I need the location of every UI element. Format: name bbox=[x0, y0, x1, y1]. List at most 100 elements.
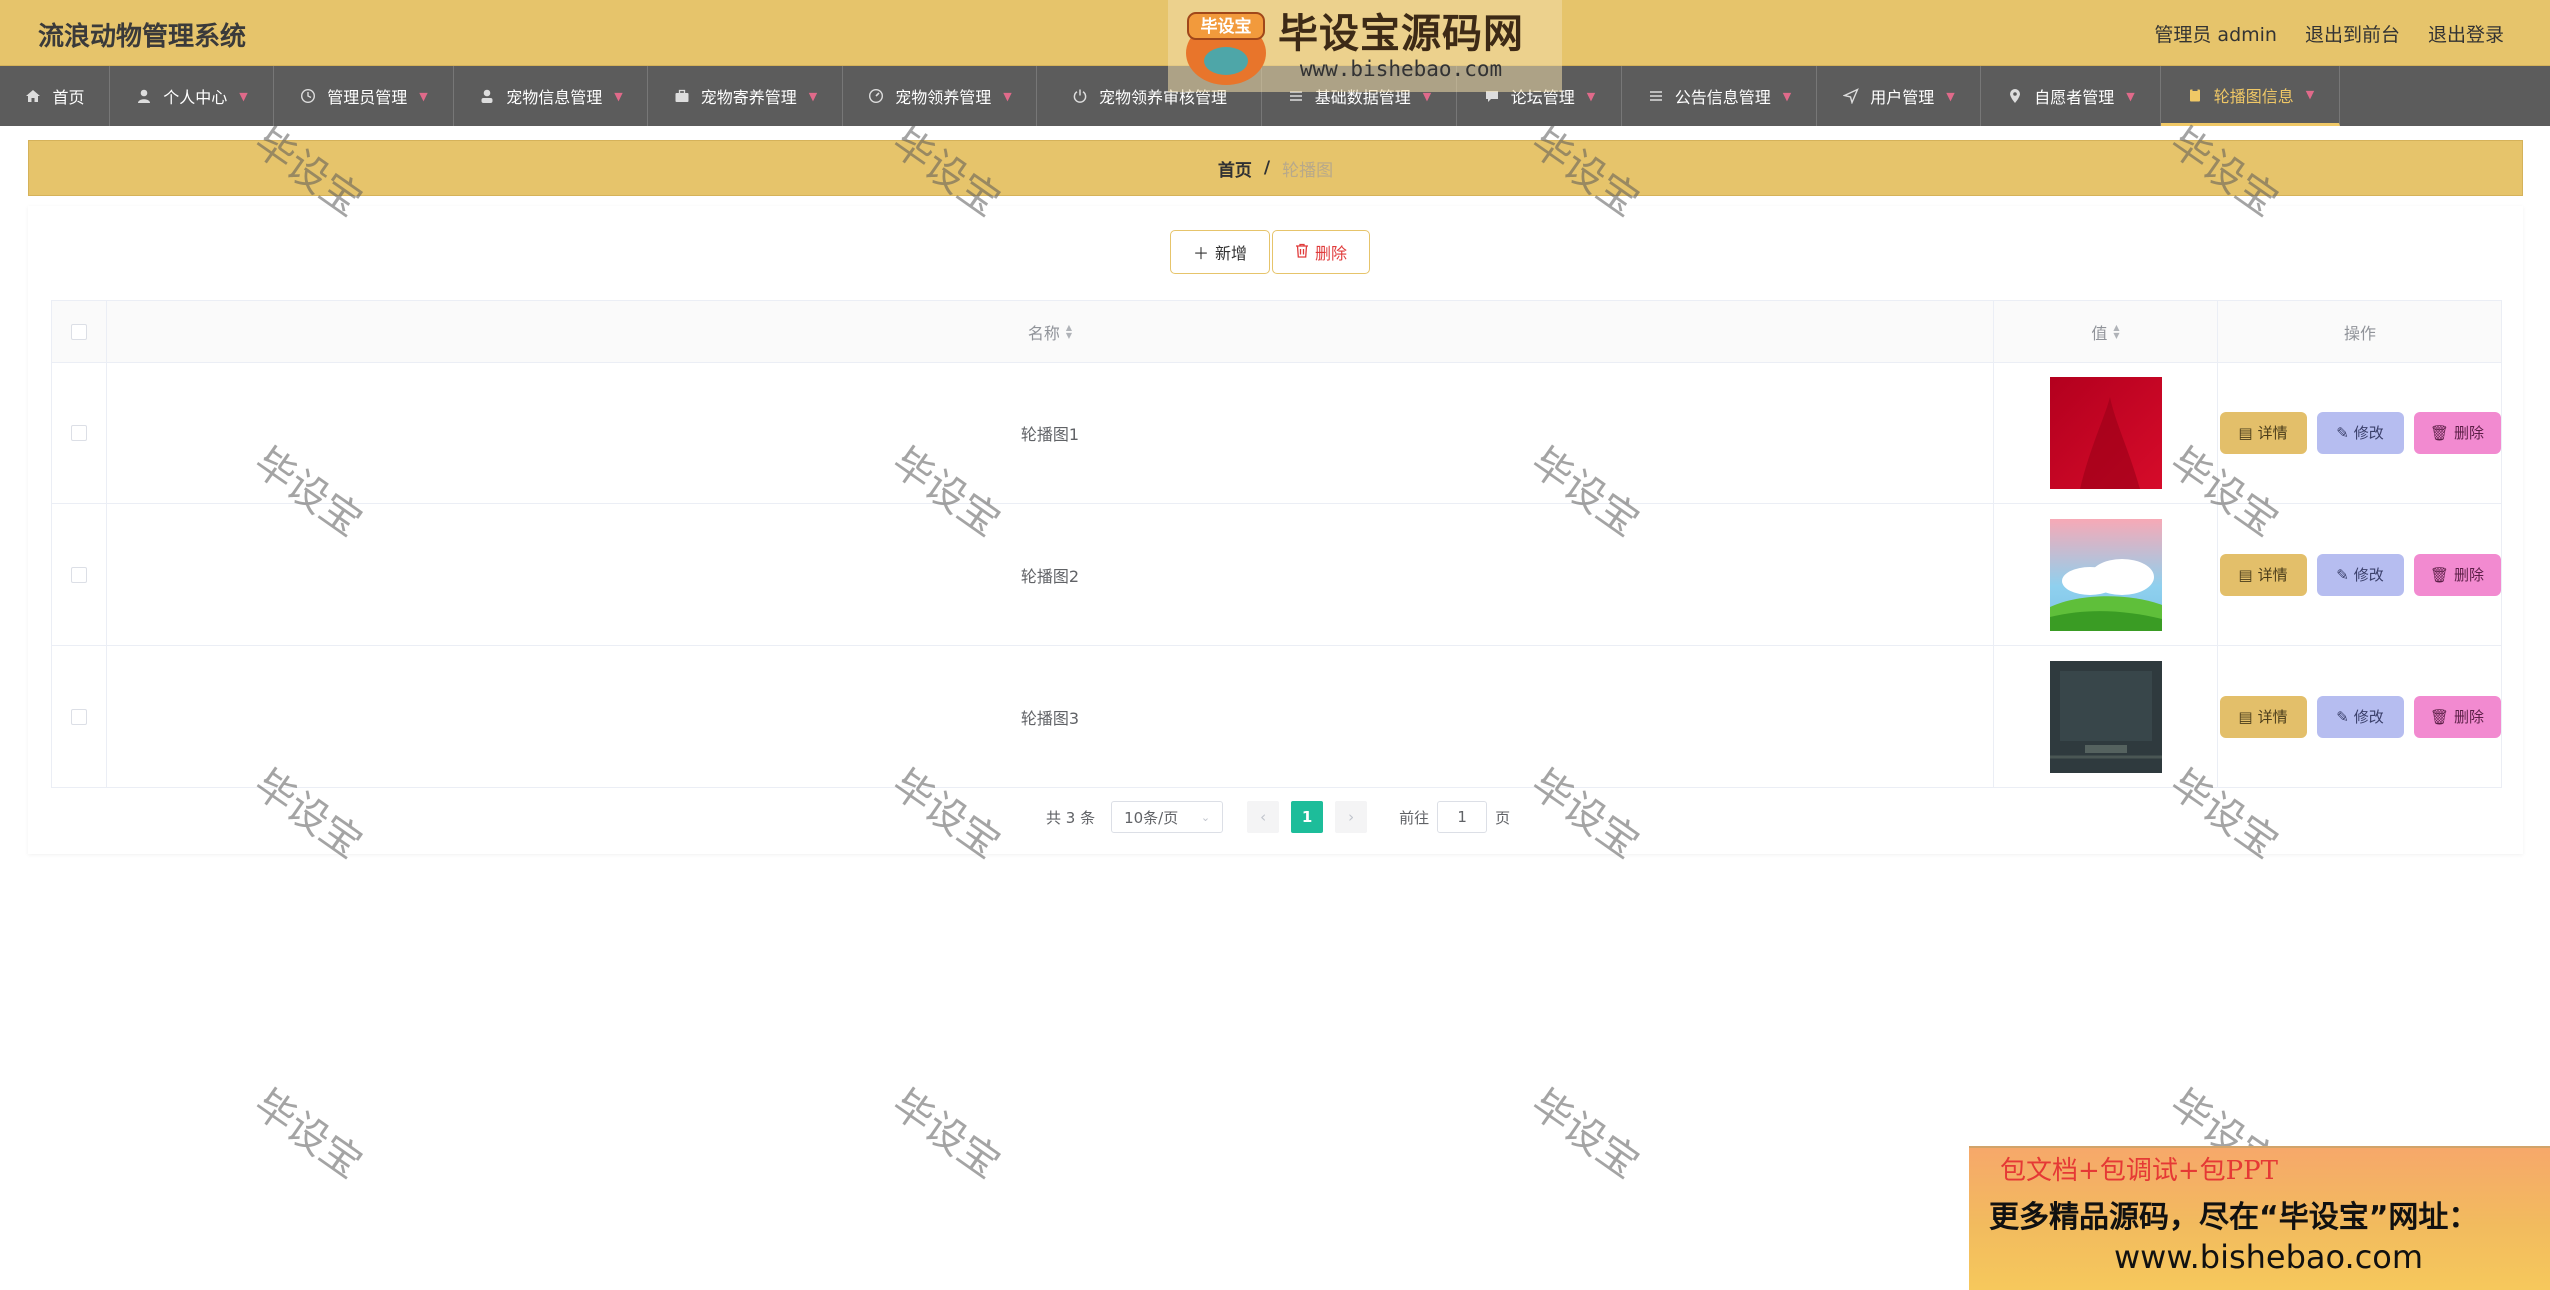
nav-label: 自愿者管理 bbox=[2034, 88, 2115, 107]
goto-prefix: 前往 bbox=[1399, 808, 1430, 827]
delete-button[interactable]: 🗑 删除 bbox=[2413, 553, 2501, 596]
chevron-left-icon: ‹ bbox=[1260, 808, 1267, 826]
power-icon bbox=[1071, 87, 1089, 105]
header-actions-cell: 操作 bbox=[2218, 301, 2502, 362]
logout-link[interactable]: 退出登录 bbox=[2428, 20, 2504, 47]
row-name: 轮播图1 bbox=[1020, 424, 1080, 444]
prev-page-button[interactable]: ‹ bbox=[1247, 801, 1280, 833]
edit-button[interactable]: ✎ 修改 bbox=[2316, 411, 2404, 454]
nav-label: 公告信息管理 bbox=[1674, 88, 1771, 107]
delete-button[interactable]: 🗑 删除 bbox=[2413, 411, 2501, 454]
table-row: 轮播图2 ▤ 详情 ✎ 修改 🗑 删除 bbox=[52, 504, 2501, 646]
watermark-text: 毕设宝 bbox=[883, 1081, 1009, 1188]
trash-icon: 🗑 bbox=[2429, 707, 2450, 726]
promo-line-1: 包文档+包调试+包PPT bbox=[2000, 1156, 2278, 1186]
logo-url: www.bishebao.com bbox=[1299, 57, 1503, 81]
detail-button[interactable]: ▤ 详情 bbox=[2219, 411, 2307, 454]
delete-label: 删除 bbox=[2454, 424, 2485, 442]
header-name-cell[interactable]: 名称 ▲ ▼ bbox=[107, 301, 1994, 362]
user-icon bbox=[135, 87, 153, 105]
chevron-down-icon: ▼ bbox=[808, 89, 818, 103]
page-size-select[interactable]: 10条/页 ⌄ bbox=[1111, 801, 1224, 833]
nav-label: 管理员管理 bbox=[327, 88, 408, 107]
breadcrumb-home[interactable]: 首页 bbox=[1218, 156, 1252, 181]
nav-label: 宠物寄养管理 bbox=[700, 88, 797, 107]
briefcase-icon bbox=[673, 87, 691, 105]
nav-label: 宠物信息管理 bbox=[506, 88, 603, 107]
breadcrumb: 首页 / 轮播图 bbox=[28, 140, 2523, 196]
pencil-icon: ✎ bbox=[2336, 565, 2349, 584]
chevron-down-icon: ⌄ bbox=[1200, 810, 1211, 824]
next-page-button[interactable]: › bbox=[1335, 801, 1368, 833]
page-size-value: 10条/页 bbox=[1124, 808, 1179, 827]
row-checkbox[interactable] bbox=[71, 424, 87, 441]
nav-item-carousel[interactable]: 轮播图信息 ▼ bbox=[2161, 66, 2340, 126]
nav-item-pet-info[interactable]: 宠物信息管理 ▼ bbox=[454, 66, 648, 126]
nav-label: 轮播图信息 bbox=[2213, 86, 2294, 106]
promo-banner[interactable]: 包文档+包调试+包PPT 更多精品源码，尽在“毕设宝”网址： www.bishe… bbox=[1969, 1146, 2550, 1290]
carousel-table: 名称 ▲ ▼ 值 ▲ ▼ 操作 轮播图1 ▤ 详情 ✎ 修改 🗑 删除 轮播图2… bbox=[51, 300, 2502, 788]
goto-suffix: 页 bbox=[1495, 808, 1511, 827]
send-icon bbox=[1842, 87, 1860, 105]
edit-button[interactable]: ✎ 修改 bbox=[2316, 695, 2404, 738]
select-all-checkbox[interactable] bbox=[71, 323, 87, 340]
admin-user-label: 管理员 admin bbox=[2154, 24, 2277, 46]
nav-label: 宠物领养管理 bbox=[895, 88, 992, 107]
nav-item-home[interactable]: 首页 bbox=[0, 66, 110, 126]
row-name: 轮播图3 bbox=[1020, 708, 1080, 728]
nav-label: 首页 bbox=[52, 88, 85, 107]
detail-button[interactable]: ▤ 详情 bbox=[2219, 553, 2307, 596]
nav-item-pet-adopt[interactable]: 宠物领养管理 ▼ bbox=[843, 66, 1037, 126]
sort-icon[interactable]: ▲ ▼ bbox=[1066, 323, 1072, 340]
delete-button[interactable]: 🗑 删除 bbox=[2413, 695, 2501, 738]
chevron-down-icon: ▼ bbox=[2305, 88, 2315, 101]
exit-to-front-link[interactable]: 退出到前台 bbox=[2305, 20, 2400, 47]
header-value-cell[interactable]: 值 ▲ ▼ bbox=[1994, 301, 2218, 362]
edit-button[interactable]: ✎ 修改 bbox=[2316, 553, 2404, 596]
row-checkbox[interactable] bbox=[71, 708, 87, 725]
document-icon: ▤ bbox=[2238, 423, 2253, 442]
nav-item-pet-foster[interactable]: 宠物寄养管理 ▼ bbox=[648, 66, 843, 126]
detail-label: 详情 bbox=[2257, 708, 2288, 726]
table-row: 轮播图3 ▤ 详情 ✎ 修改 🗑 删除 bbox=[52, 646, 2501, 788]
clock-icon bbox=[299, 87, 317, 105]
row-checkbox[interactable] bbox=[71, 566, 87, 583]
nav-label: 个人中心 bbox=[163, 88, 228, 107]
page-number-current[interactable]: 1 bbox=[1291, 801, 1324, 833]
nav-item-profile[interactable]: 个人中心 ▼ bbox=[110, 66, 274, 126]
column-name-label: 名称 bbox=[1027, 323, 1060, 343]
detail-button[interactable]: ▤ 详情 bbox=[2219, 695, 2307, 738]
carousel-thumbnail bbox=[2049, 660, 2162, 773]
pagination: 共 3 条 10条/页 ⌄ ‹ 1 › 前往 页 bbox=[1046, 800, 1510, 834]
add-button[interactable]: ＋ 新增 bbox=[1170, 230, 1271, 274]
sort-icon[interactable]: ▲ ▼ bbox=[2113, 323, 2119, 340]
chevron-down-icon: ▼ bbox=[1946, 89, 1955, 103]
nav-item-users[interactable]: 用户管理 ▼ bbox=[1817, 66, 1981, 126]
delete-button-label: 删除 bbox=[1315, 244, 1348, 263]
logo-badge-icon: 毕设宝 bbox=[1186, 12, 1266, 85]
trash-icon: 🗑 bbox=[2429, 423, 2450, 442]
chevron-right-icon: › bbox=[1348, 808, 1355, 826]
table-row: 轮播图1 ▤ 详情 ✎ 修改 🗑 删除 bbox=[52, 362, 2501, 504]
logo-badge-text: 毕设宝 bbox=[1201, 16, 1252, 37]
nav-item-admins[interactable]: 管理员管理 ▼ bbox=[274, 66, 454, 126]
column-actions-label: 操作 bbox=[2343, 323, 2376, 343]
page-jumper: 前往 页 bbox=[1399, 801, 1510, 833]
logo-site-name: 毕设宝源码网 bbox=[1278, 11, 1524, 57]
location-icon bbox=[2006, 87, 2024, 105]
edit-label: 修改 bbox=[2353, 424, 2384, 442]
clipboard-icon bbox=[2186, 86, 2204, 104]
nav-item-volunteers[interactable]: 自愿者管理 ▼ bbox=[1981, 66, 2161, 126]
home-icon bbox=[24, 87, 42, 105]
goto-page-input[interactable] bbox=[1437, 801, 1488, 833]
chevron-down-icon: ▼ bbox=[1586, 89, 1596, 103]
dashboard-icon bbox=[867, 87, 885, 105]
header-checkbox-cell bbox=[52, 301, 107, 362]
edit-label: 修改 bbox=[2353, 708, 2384, 726]
app-title: 流浪动物管理系统 bbox=[38, 22, 247, 52]
column-value-label: 值 bbox=[2091, 323, 2108, 343]
site-logo-watermark: 毕设宝 毕设宝源码网 www.bishebao.com bbox=[1168, 0, 1562, 92]
batch-delete-button[interactable]: 删除 bbox=[1272, 230, 1371, 274]
nav-item-notice[interactable]: 公告信息管理 ▼ bbox=[1622, 66, 1817, 126]
detail-label: 详情 bbox=[2257, 566, 2288, 584]
